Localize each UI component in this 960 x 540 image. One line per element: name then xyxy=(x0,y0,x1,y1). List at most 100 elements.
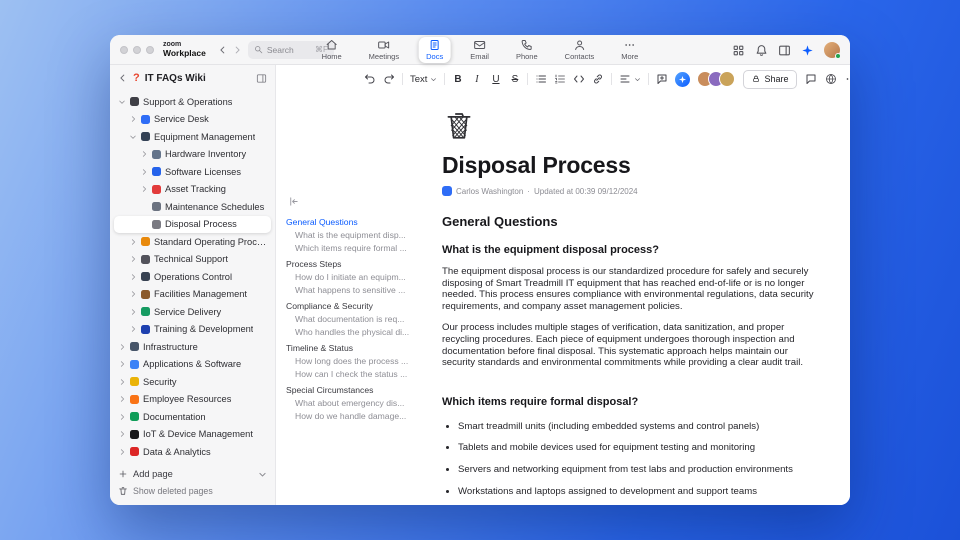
toc-item-what-documentation-is-req[interactable]: What documentation is req... xyxy=(286,313,422,326)
sidebar-item-iot-device-management[interactable]: IoT & Device Management xyxy=(114,426,271,444)
publish-globe-icon[interactable] xyxy=(825,73,837,85)
sidebar-item-standard-operating-procedures[interactable]: Standard Operating Procedures xyxy=(114,233,271,251)
toc-item-process-steps[interactable]: Process Steps xyxy=(286,258,422,271)
minimize-button[interactable] xyxy=(133,45,141,54)
sidebar-item-training-development[interactable]: Training & Development xyxy=(114,321,271,339)
toc-item-general-questions[interactable]: General Questions xyxy=(286,216,422,229)
nav-tab-phone[interactable]: Phone xyxy=(509,37,545,63)
sidebar-item-data-analytics[interactable]: Data & Analytics xyxy=(114,443,271,461)
nav-tab-email[interactable]: Email xyxy=(463,37,496,63)
apps-icon[interactable] xyxy=(732,44,745,57)
sidebar-item-maintenance-schedules[interactable]: Maintenance Schedules xyxy=(114,198,271,216)
ai-companion-button[interactable] xyxy=(675,71,691,87)
code-icon[interactable] xyxy=(573,73,585,85)
chevron-down-icon[interactable] xyxy=(258,470,267,479)
page-title[interactable]: Disposal Process xyxy=(442,152,816,179)
sidebar-item-facilities-management[interactable]: Facilities Management xyxy=(114,286,271,304)
question-heading-1[interactable]: What is the equipment disposal process? xyxy=(442,244,816,256)
underline-button[interactable]: U xyxy=(490,74,501,85)
chevron-right-icon[interactable] xyxy=(118,448,126,456)
sidebar-item-operations-control[interactable]: Operations Control xyxy=(114,268,271,286)
nav-tab-meetings[interactable]: Meetings xyxy=(362,37,406,63)
maximize-button[interactable] xyxy=(146,45,154,54)
toc-item-timeline-status[interactable]: Timeline & Status xyxy=(286,342,422,355)
forward-button[interactable] xyxy=(230,43,244,57)
collapse-toc-icon[interactable] xyxy=(288,196,299,207)
collaborator-avatar[interactable] xyxy=(719,71,736,87)
italic-button[interactable]: I xyxy=(471,74,482,85)
section-heading-general-questions[interactable]: General Questions xyxy=(442,214,816,229)
sidebar-item-hardware-inventory[interactable]: Hardware Inventory xyxy=(114,146,271,164)
toc-item-how-can-i-check-the-status[interactable]: How can I check the status ... xyxy=(286,368,422,381)
sidebar-item-infrastructure[interactable]: Infrastructure xyxy=(114,338,271,356)
toc-item-compliance-security[interactable]: Compliance & Security xyxy=(286,300,422,313)
side-panel-icon[interactable] xyxy=(778,44,791,57)
sidebar-item-equipment-management[interactable]: Equipment Management xyxy=(114,128,271,146)
sidebar-back-icon[interactable] xyxy=(118,73,128,83)
sidebar-item-security[interactable]: Security xyxy=(114,373,271,391)
nav-tab-home[interactable]: Home xyxy=(315,37,349,63)
chevron-right-icon[interactable] xyxy=(118,343,126,351)
chevron-right-icon[interactable] xyxy=(129,255,137,263)
ai-companion-icon[interactable] xyxy=(801,44,814,57)
sidebar-item-support-operations[interactable]: Support & Operations xyxy=(114,93,271,111)
chevron-right-icon[interactable] xyxy=(118,378,126,386)
toc-item-what-happens-to-sensitive[interactable]: What happens to sensitive ... xyxy=(286,284,422,297)
nav-tab-more[interactable]: More xyxy=(614,37,645,63)
chevron-right-icon[interactable] xyxy=(118,413,126,421)
paragraph[interactable]: The equipment disposal process is our st… xyxy=(442,266,816,312)
toc-item-how-do-i-initiate-an-equipm[interactable]: How do I initiate an equipm... xyxy=(286,271,422,284)
add-page-button[interactable]: Add page xyxy=(118,469,267,479)
chevron-right-icon[interactable] xyxy=(129,290,137,298)
sidebar-item-disposal-process[interactable]: Disposal Process xyxy=(114,215,271,233)
chevron-right-icon[interactable] xyxy=(118,395,126,403)
show-deleted-pages-button[interactable]: Show deleted pages xyxy=(118,486,267,496)
add-comment-icon[interactable] xyxy=(656,73,668,85)
sidebar-item-technical-support[interactable]: Technical Support xyxy=(114,251,271,269)
chevron-right-icon[interactable] xyxy=(129,238,137,246)
toc-item-what-is-the-equipment-disp[interactable]: What is the equipment disp... xyxy=(286,229,422,242)
toc-item-how-long-does-the-process[interactable]: How long does the process ... xyxy=(286,355,422,368)
back-button[interactable] xyxy=(216,43,230,57)
chevron-right-icon[interactable] xyxy=(129,273,137,281)
text-style-dropdown[interactable]: Text xyxy=(410,74,437,85)
close-button[interactable] xyxy=(120,45,128,54)
link-icon[interactable] xyxy=(592,73,604,85)
comments-panel-icon[interactable] xyxy=(805,73,817,85)
nav-tab-contacts[interactable]: Contacts xyxy=(558,37,602,63)
sidebar-item-service-desk[interactable]: Service Desk xyxy=(114,111,271,129)
toc-item-how-do-we-handle-damage[interactable]: How do we handle damage... xyxy=(286,410,422,423)
sidebar-item-documentation[interactable]: Documentation xyxy=(114,408,271,426)
toc-item-special-circumstances[interactable]: Special Circumstances xyxy=(286,384,422,397)
chevron-right-icon[interactable] xyxy=(129,308,137,316)
question-heading-2[interactable]: Which items require formal disposal? xyxy=(442,396,816,408)
notifications-bell-icon[interactable] xyxy=(755,44,768,57)
sidebar-item-applications-software[interactable]: Applications & Software xyxy=(114,356,271,374)
collapse-sidebar-icon[interactable] xyxy=(256,73,267,84)
sidebar-item-service-delivery[interactable]: Service Delivery xyxy=(114,303,271,321)
align-dropdown[interactable] xyxy=(619,73,641,85)
sidebar-item-employee-resources[interactable]: Employee Resources xyxy=(114,391,271,409)
chevron-right-icon[interactable] xyxy=(140,168,148,176)
chevron-right-icon[interactable] xyxy=(118,430,126,438)
bold-button[interactable]: B xyxy=(452,74,463,85)
chevron-down-icon[interactable] xyxy=(118,98,126,106)
sidebar-item-software-licenses[interactable]: Software Licenses xyxy=(114,163,271,181)
user-avatar[interactable] xyxy=(824,42,841,59)
chevron-right-icon[interactable] xyxy=(129,115,137,123)
more-options-icon[interactable] xyxy=(845,73,850,85)
redo-icon[interactable] xyxy=(383,73,395,85)
strikethrough-button[interactable]: S xyxy=(509,74,520,85)
chevron-right-icon[interactable] xyxy=(140,150,148,158)
nav-tab-docs[interactable]: Docs xyxy=(419,37,451,63)
bullet-list-icon[interactable] xyxy=(535,73,547,85)
chevron-down-icon[interactable] xyxy=(129,133,137,141)
paragraph[interactable]: Our process includes multiple stages of … xyxy=(442,322,816,368)
numbered-list-icon[interactable] xyxy=(554,73,566,85)
undo-icon[interactable] xyxy=(364,73,376,85)
chevron-right-icon[interactable] xyxy=(118,360,126,368)
toc-item-which-items-require-formal[interactable]: Which items require formal ... xyxy=(286,242,422,255)
toc-item-who-handles-the-physical-di[interactable]: Who handles the physical di... xyxy=(286,326,422,339)
chevron-right-icon[interactable] xyxy=(140,185,148,193)
sidebar-item-asset-tracking[interactable]: Asset Tracking xyxy=(114,181,271,199)
